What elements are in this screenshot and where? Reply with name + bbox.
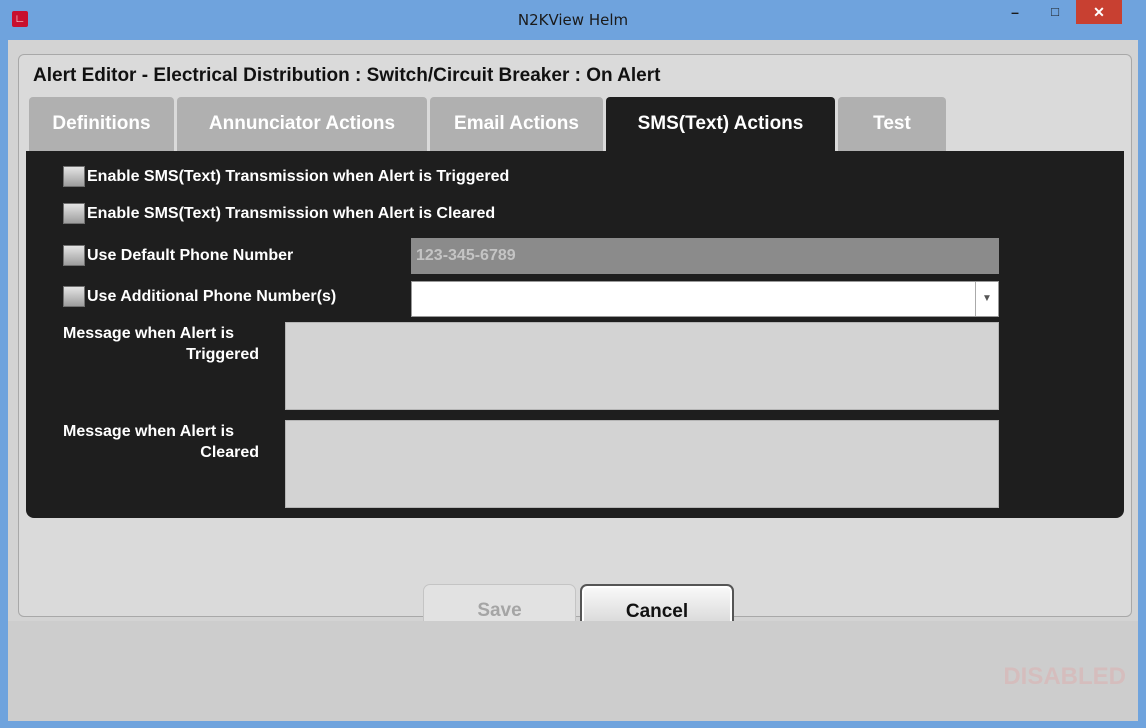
- sms-actions-panel: Enable SMS(Text) Transmission when Alert…: [26, 151, 1124, 518]
- disabled-status-label: DISABLED: [1003, 663, 1126, 690]
- maximize-button[interactable]: □: [1040, 0, 1070, 24]
- use-additional-phone-label: Use Additional Phone Number(s): [87, 288, 337, 305]
- dialog-title: Alert Editor - Electrical Distribution :…: [33, 65, 661, 86]
- use-additional-phone-option[interactable]: Use Additional Phone Number(s): [63, 286, 336, 308]
- tab-email-actions[interactable]: Email Actions: [430, 97, 603, 151]
- tab-definitions[interactable]: Definitions: [29, 97, 174, 151]
- minimize-button[interactable]: –: [1000, 0, 1030, 24]
- title-bar: ∟ N2KView Helm – □ ✕: [0, 0, 1146, 40]
- enable-triggered-checkbox[interactable]: [63, 166, 85, 188]
- cleared-message-label: Message when Alert is Cleared: [63, 423, 259, 461]
- alert-editor-dialog: Alert Editor - Electrical Distribution :…: [18, 54, 1132, 617]
- tab-sms-text-actions[interactable]: SMS(Text) Actions: [606, 97, 835, 151]
- use-default-phone-label: Use Default Phone Number: [87, 247, 294, 264]
- close-button[interactable]: ✕: [1076, 0, 1122, 24]
- use-default-phone-option[interactable]: Use Default Phone Number: [63, 245, 293, 267]
- triggered-message-textarea[interactable]: [285, 322, 999, 410]
- enable-triggered-label: Enable SMS(Text) Transmission when Alert…: [87, 168, 510, 185]
- tab-annunciator-actions[interactable]: Annunciator Actions: [177, 97, 427, 151]
- default-phone-field: 123-345-6789: [411, 238, 999, 274]
- app-frame: Alert Editor - Electrical Distribution :…: [8, 40, 1138, 721]
- chevron-down-icon[interactable]: ▼: [975, 282, 998, 316]
- enable-triggered-option[interactable]: Enable SMS(Text) Transmission when Alert…: [63, 166, 509, 188]
- cleared-message-textarea[interactable]: [285, 420, 999, 508]
- additional-phone-select[interactable]: ▼: [411, 281, 999, 317]
- triggered-message-label: Message when Alert is Triggered: [63, 325, 259, 363]
- status-bar: DISABLED: [8, 621, 1138, 721]
- window-title: N2KView Helm: [517, 11, 629, 29]
- enable-cleared-option[interactable]: Enable SMS(Text) Transmission when Alert…: [63, 203, 495, 225]
- enable-cleared-label: Enable SMS(Text) Transmission when Alert…: [87, 205, 496, 222]
- tab-test[interactable]: Test: [838, 97, 946, 151]
- enable-cleared-checkbox[interactable]: [63, 203, 85, 225]
- use-default-phone-checkbox[interactable]: [63, 245, 85, 267]
- use-additional-phone-checkbox[interactable]: [63, 286, 85, 308]
